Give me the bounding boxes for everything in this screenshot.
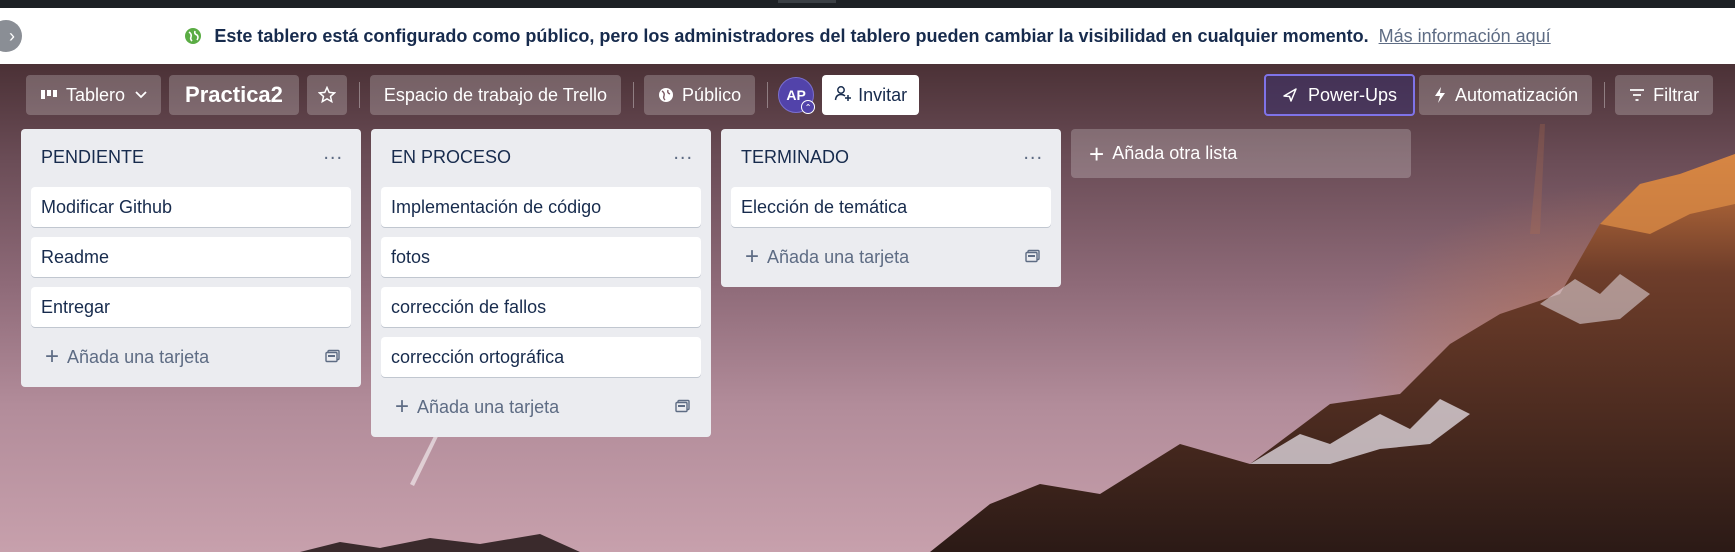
filter-button[interactable]: Filtrar	[1615, 75, 1714, 115]
add-card-button[interactable]: + Añada una tarjeta	[31, 337, 351, 377]
list-header: TERMINADO ...	[731, 137, 1051, 177]
board-view-icon	[40, 88, 58, 102]
plus-icon: +	[1089, 138, 1105, 169]
list-menu-icon[interactable]: ...	[673, 143, 693, 163]
browser-top-strip	[0, 0, 1735, 8]
add-list-label: Añada otra lista	[1112, 143, 1238, 163]
plus-icon: +	[395, 393, 410, 420]
add-card-button[interactable]: + Añada una tarjeta	[381, 387, 701, 427]
create-from-template-icon[interactable]	[325, 347, 341, 368]
banner-message: Este tablero está configurado como públi…	[214, 25, 1369, 46]
powerups-label: Power-Ups	[1308, 84, 1398, 105]
powerups-button[interactable]: Power-Ups	[1264, 74, 1416, 116]
card[interactable]: corrección de fallos	[381, 287, 701, 327]
admin-badge-icon: ⌃	[801, 100, 816, 114]
star-icon	[317, 86, 336, 104]
board-actions: Power-Ups Automatización Filtrar	[1264, 74, 1721, 116]
visibility-button[interactable]: Público	[644, 75, 756, 115]
board-header: Tablero Practica2 Espacio de trabajo de …	[0, 64, 1735, 126]
board-title[interactable]: Practica2	[169, 75, 299, 115]
card[interactable]: Elección de temática	[731, 187, 1051, 227]
workspace-button[interactable]: Espacio de trabajo de Trello	[369, 75, 622, 115]
globe-icon	[185, 28, 202, 44]
plus-icon: +	[45, 343, 60, 370]
list-en-proceso: EN PROCESO ... Implementación de código …	[371, 129, 711, 437]
card[interactable]: Entregar	[31, 287, 351, 327]
chevron-right-icon: ›	[9, 25, 15, 46]
add-card-label: Añada una tarjeta	[767, 246, 910, 267]
member-avatar[interactable]: AP ⌃	[778, 77, 816, 114]
visibility-label: Público	[682, 84, 742, 105]
invite-label: Invitar	[858, 84, 908, 105]
list-header: EN PROCESO ...	[381, 137, 701, 177]
divider	[1604, 82, 1606, 108]
view-switcher-label: Tablero	[66, 84, 126, 105]
divider	[767, 82, 769, 108]
card[interactable]: Modificar Github	[31, 187, 351, 227]
list-header: PENDIENTE ...	[31, 137, 351, 177]
list-title[interactable]: TERMINADO	[741, 147, 849, 168]
add-card-button[interactable]: + Añada una tarjeta	[731, 237, 1051, 277]
create-from-template-icon[interactable]	[1025, 247, 1041, 268]
card[interactable]: corrección ortográfica	[381, 337, 701, 377]
lightning-icon	[1433, 86, 1447, 104]
list-pendiente: PENDIENTE ... Modificar Github Readme En…	[21, 129, 361, 387]
invite-button[interactable]: Invitar	[822, 75, 920, 115]
list-title[interactable]: PENDIENTE	[41, 147, 144, 168]
add-card-label: Añada una tarjeta	[417, 396, 560, 417]
list-menu-icon[interactable]: ...	[1023, 143, 1043, 163]
chevron-down-icon	[135, 91, 147, 99]
divider	[633, 82, 635, 108]
card[interactable]: Implementación de código	[381, 187, 701, 227]
filter-icon	[1629, 88, 1645, 102]
view-switcher-button[interactable]: Tablero	[26, 75, 162, 115]
plus-icon: +	[745, 243, 760, 270]
visibility-banner: Este tablero está configurado como públi…	[0, 8, 1735, 64]
list-terminado: TERMINADO ... Elección de temática + Añad…	[721, 129, 1061, 287]
automation-label: Automatización	[1455, 84, 1579, 105]
create-from-template-icon[interactable]	[675, 397, 691, 418]
list-menu-icon[interactable]: ...	[323, 143, 343, 163]
automation-button[interactable]: Automatización	[1419, 75, 1593, 115]
add-person-icon	[834, 84, 852, 107]
add-list-button[interactable]: + Añada otra lista	[1071, 129, 1411, 178]
globe-icon	[658, 87, 674, 103]
divider	[358, 82, 360, 108]
add-card-label: Añada una tarjeta	[67, 346, 210, 367]
rocket-icon	[1282, 87, 1298, 103]
card[interactable]: Readme	[31, 237, 351, 277]
top-strip-handle	[778, 0, 836, 3]
star-board-button[interactable]	[306, 75, 347, 115]
more-info-link[interactable]: Más información aquí	[1379, 26, 1551, 47]
list-title[interactable]: EN PROCESO	[391, 147, 511, 168]
filter-label: Filtrar	[1653, 84, 1700, 105]
card[interactable]: fotos	[381, 237, 701, 277]
